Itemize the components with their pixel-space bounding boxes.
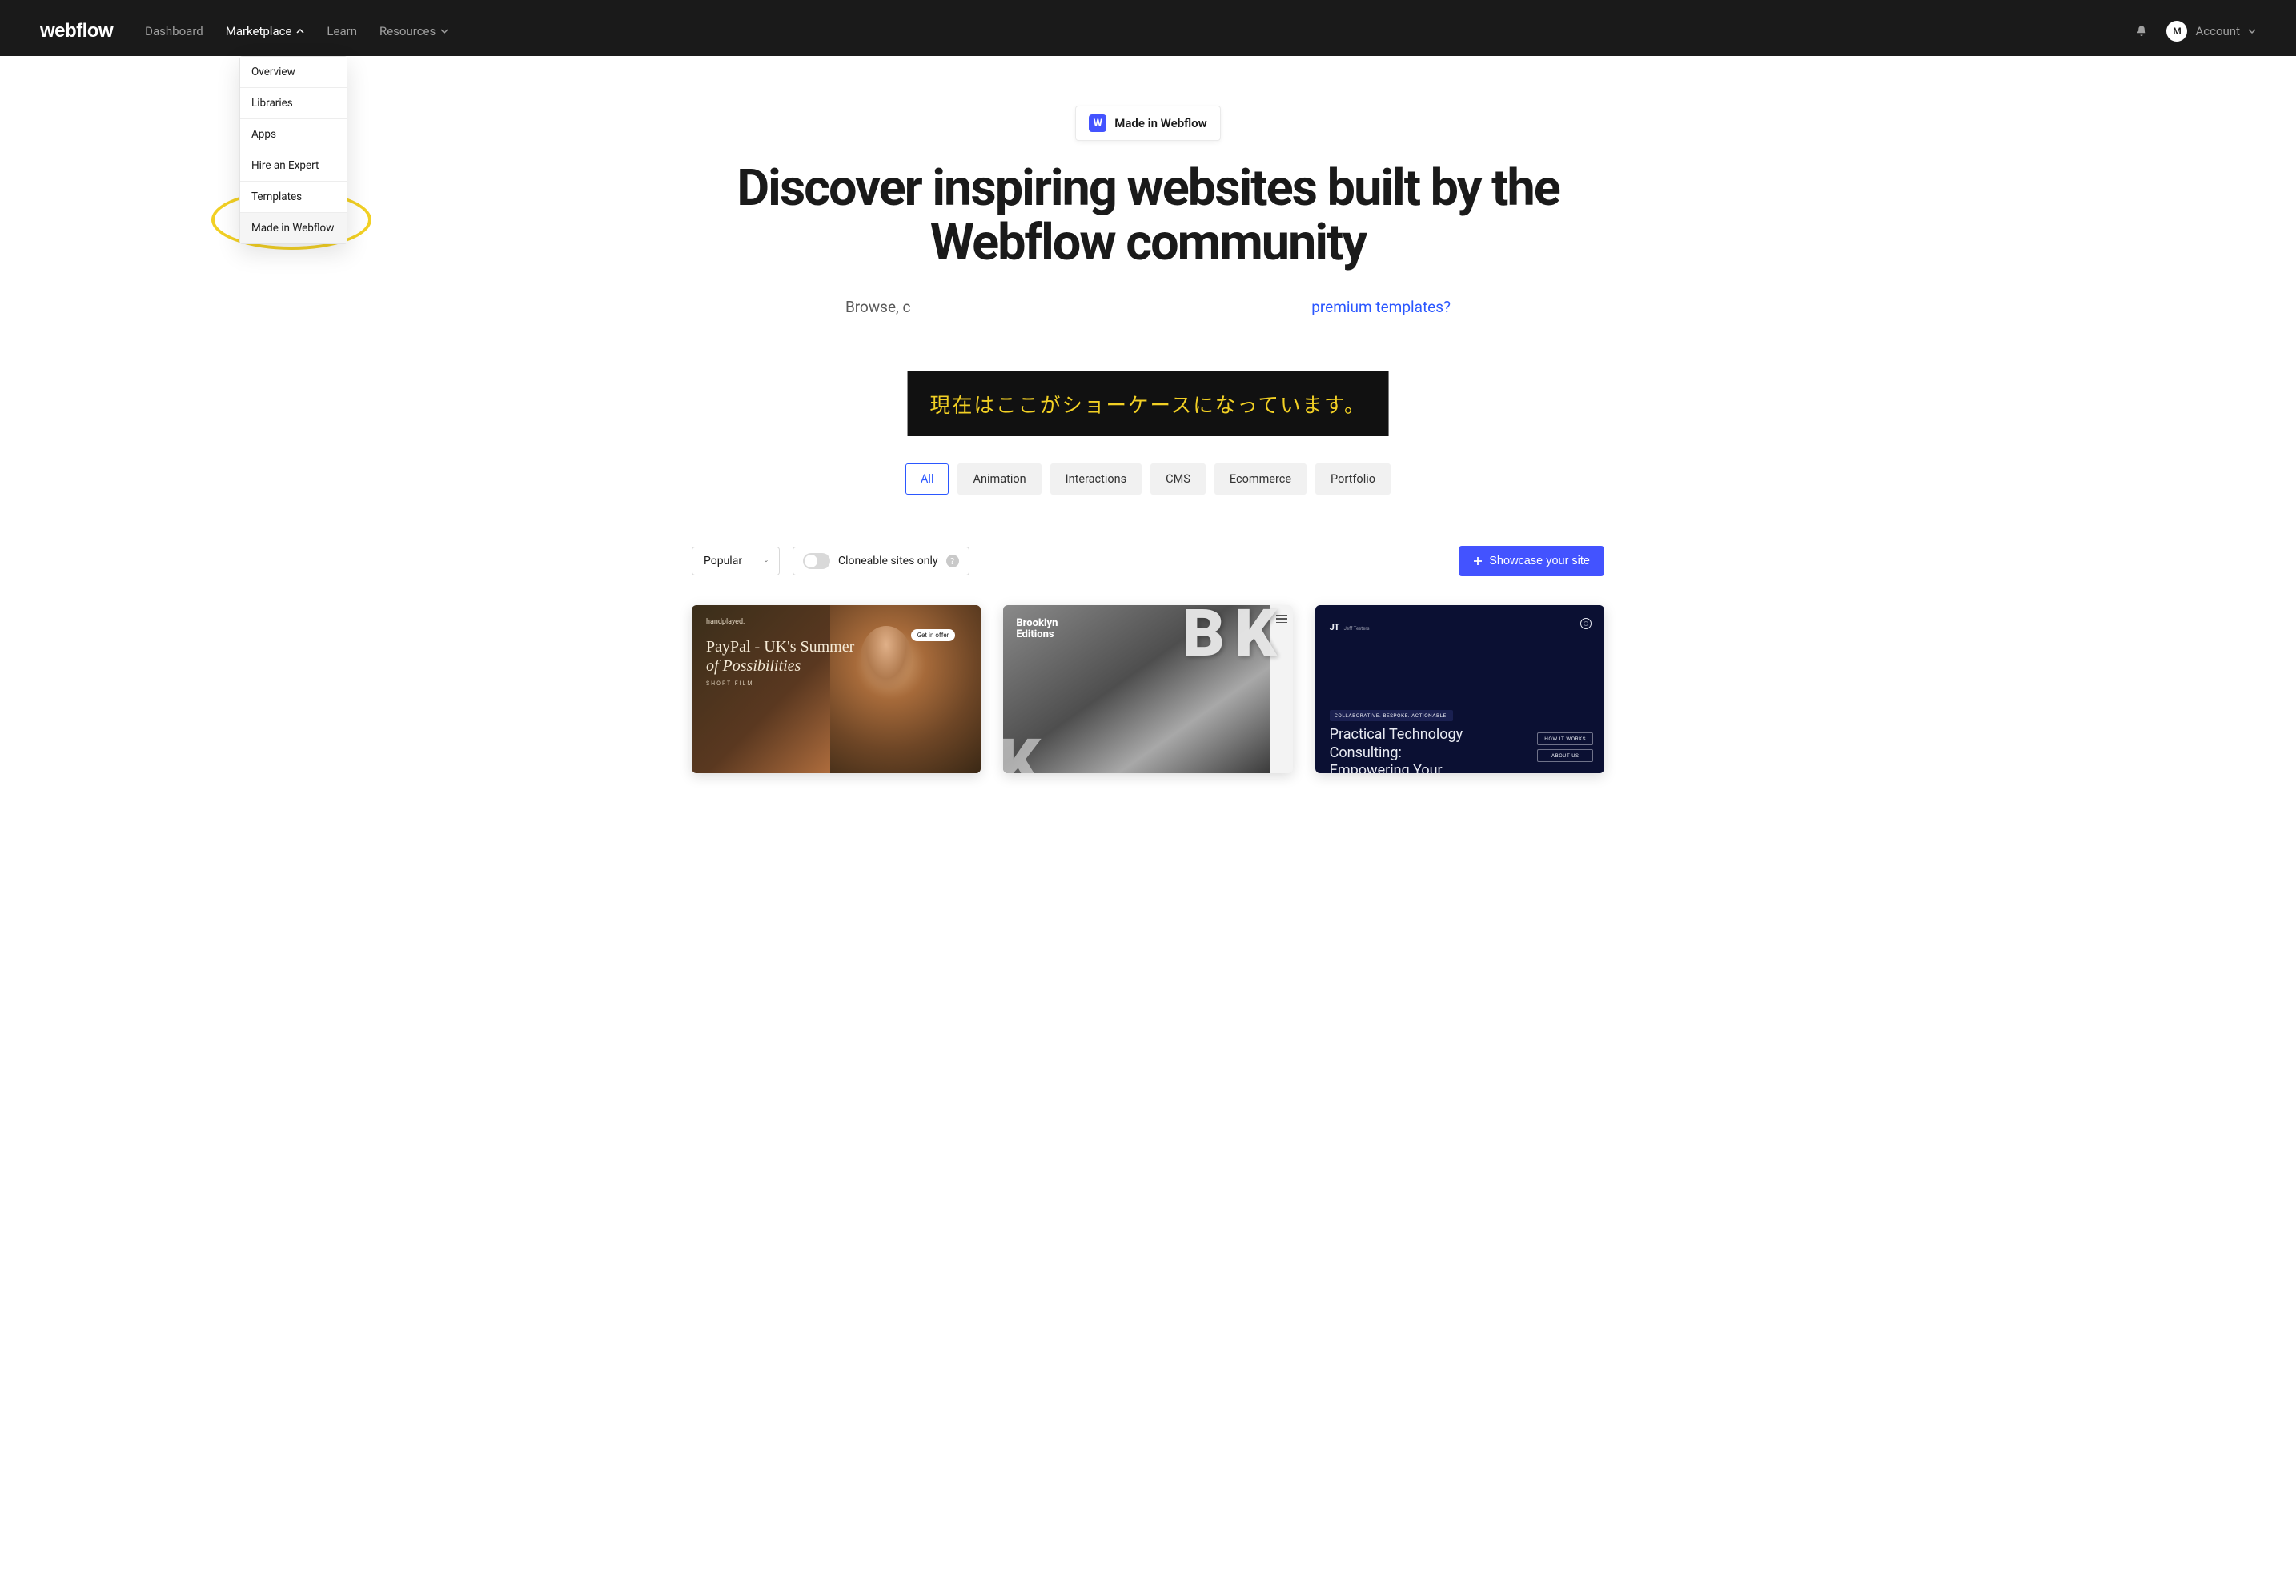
- target-icon: [1580, 618, 1592, 629]
- card-logo: JT Jeff Testers: [1330, 618, 1590, 633]
- account-label: Account: [2195, 24, 2240, 38]
- plus-icon: [1473, 556, 1483, 566]
- results-toolbar: Popular Cloneable sites only ? Showcase …: [692, 546, 1604, 576]
- cta-label: Showcase your site: [1489, 555, 1590, 567]
- cloneable-toggle-label: Cloneable sites only: [838, 555, 938, 567]
- main-navbar: webflow Dashboard Marketplace Learn Reso…: [0, 6, 2296, 56]
- sub-prefix: Browse, c: [845, 298, 910, 316]
- help-icon[interactable]: ?: [946, 555, 959, 567]
- card-btn-aboutus: ABOUT US: [1537, 749, 1593, 762]
- cloneable-toggle-wrap: Cloneable sites only ?: [793, 547, 969, 575]
- site-card[interactable]: handplayed. Get in offer PayPal - UK's S…: [692, 605, 981, 773]
- card-title: PayPal - UK's Summer of Possibilities: [706, 637, 966, 676]
- hero: Discover inspiring websites built by the…: [692, 162, 1604, 271]
- dd-made-in-webflow[interactable]: Made in Webflow: [240, 213, 347, 243]
- marketplace-dropdown: Overview Libraries Apps Hire an Expert T…: [239, 56, 347, 244]
- dd-apps[interactable]: Apps: [240, 119, 347, 150]
- chevron-down-icon: [2248, 27, 2256, 35]
- card-logo: handplayed.: [706, 618, 966, 626]
- filter-chips: All Animation Interactions CMS Ecommerce…: [692, 463, 1604, 495]
- card-image: BrooklynEditions B K K: [1003, 605, 1270, 773]
- chip-cms[interactable]: CMS: [1150, 463, 1206, 495]
- brand-logo[interactable]: webflow: [40, 20, 113, 42]
- sort-label: Popular: [704, 555, 742, 567]
- site-card[interactable]: BrooklynEditions B K K: [1003, 605, 1292, 773]
- nav-marketplace-label: Marketplace: [226, 24, 292, 38]
- badge-label: Made in Webflow: [1114, 116, 1206, 130]
- card-pill: Get in offer: [911, 629, 956, 641]
- chevron-down-icon: [440, 27, 448, 35]
- notifications-button[interactable]: [2134, 24, 2149, 38]
- hero-subtitle: Browse, c lone and customize Made in Web…: [692, 298, 1604, 316]
- chevron-up-icon: [296, 27, 304, 35]
- dd-libraries[interactable]: Libraries: [240, 88, 347, 119]
- window-top-strip: [0, 0, 2296, 6]
- chip-interactions[interactable]: Interactions: [1050, 463, 1142, 495]
- chip-animation[interactable]: Animation: [957, 463, 1041, 495]
- page-title: Discover inspiring websites built by the…: [692, 162, 1604, 271]
- card-tag: SHORT FILM: [706, 680, 966, 687]
- nav-resources[interactable]: Resources: [379, 24, 448, 38]
- card-buttons: HOW IT WORKS ABOUT US: [1537, 732, 1593, 762]
- site-grid: handplayed. Get in offer PayPal - UK's S…: [692, 605, 1604, 773]
- nav-links: Dashboard Marketplace Learn Resources: [145, 24, 448, 38]
- nav-learn[interactable]: Learn: [327, 24, 357, 38]
- webflow-square-icon: W: [1089, 114, 1106, 132]
- dd-overview[interactable]: Overview: [240, 57, 347, 88]
- chevron-down-icon: [765, 557, 768, 565]
- card-bigtext: B K: [1182, 608, 1274, 661]
- page-content: W Made in Webflow Discover inspiring web…: [676, 106, 1620, 773]
- nav-dashboard[interactable]: Dashboard: [145, 24, 203, 38]
- hamburger-icon: [1276, 615, 1287, 623]
- chip-all[interactable]: All: [905, 463, 949, 495]
- account-menu[interactable]: M Account: [2166, 21, 2256, 42]
- chip-portfolio[interactable]: Portfolio: [1315, 463, 1391, 495]
- dd-hire-expert[interactable]: Hire an Expert: [240, 150, 347, 182]
- chip-ecommerce[interactable]: Ecommerce: [1214, 463, 1307, 495]
- sort-select[interactable]: Popular: [692, 547, 780, 575]
- dd-templates[interactable]: Templates: [240, 182, 347, 213]
- card-badge: COLLABORATIVE. BESPOKE. ACTIONABLE.: [1330, 710, 1453, 721]
- made-in-webflow-badge[interactable]: W Made in Webflow: [1075, 106, 1220, 141]
- annotation-box: 現在はここがショーケースになっています。: [908, 371, 1389, 436]
- showcase-site-button[interactable]: Showcase your site: [1459, 546, 1604, 576]
- nav-marketplace[interactable]: Marketplace: [226, 24, 305, 38]
- nav-right: M Account: [2134, 21, 2256, 42]
- site-card[interactable]: JT Jeff Testers COLLABORATIVE. BESPOKE. …: [1315, 605, 1604, 773]
- card-bigtext: K: [1003, 738, 1040, 773]
- nav-resources-label: Resources: [379, 24, 436, 38]
- card-btn-howitworks: HOW IT WORKS: [1537, 732, 1593, 745]
- cloneable-toggle[interactable]: [803, 553, 830, 569]
- bell-icon: [2134, 24, 2149, 38]
- premium-templates-link[interactable]: premium templates?: [1311, 298, 1451, 316]
- avatar: M: [2166, 21, 2187, 42]
